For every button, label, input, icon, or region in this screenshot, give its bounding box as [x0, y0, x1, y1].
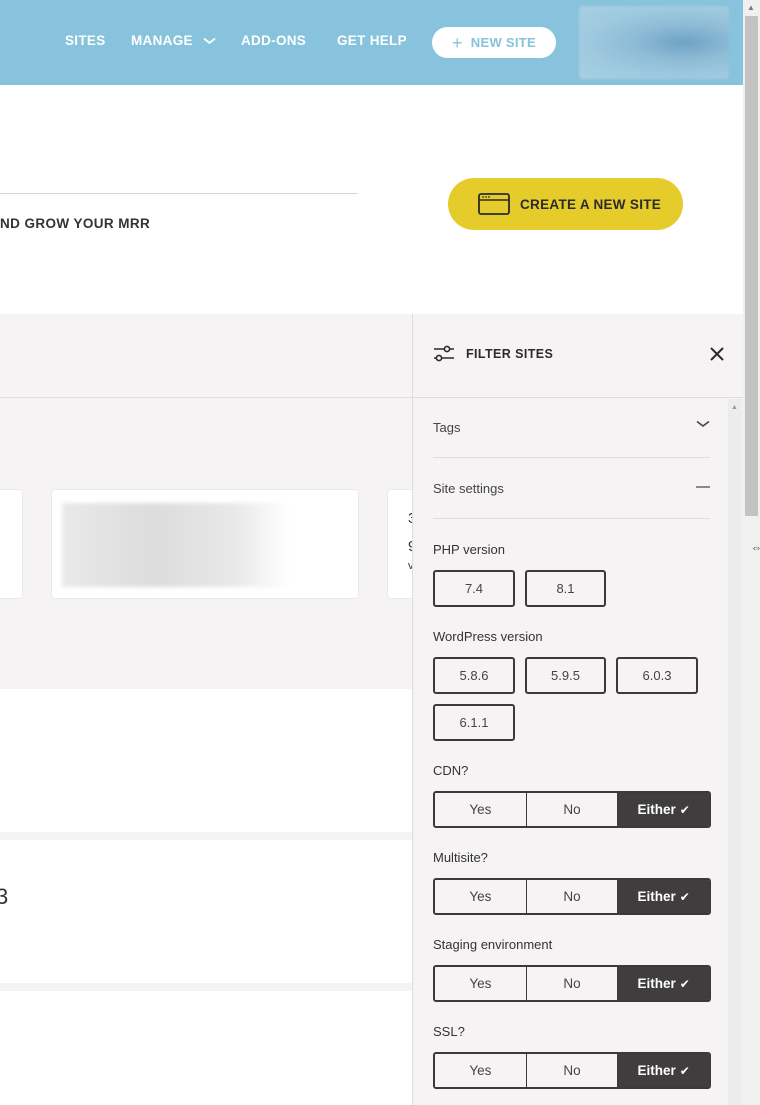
wp-option-6-1-1[interactable]: 6.1.1	[433, 704, 515, 741]
wp-option-5-9-5[interactable]: 5.9.5	[525, 657, 606, 694]
filter-panel-header: FILTER SITES	[413, 314, 744, 398]
content-section: 3	[0, 840, 413, 983]
resize-cursor-icon: ⇔	[751, 542, 760, 554]
ssl-label: SSL?	[433, 1024, 465, 1039]
wp-option-6-0-3[interactable]: 6.0.3	[616, 657, 698, 694]
site-thumbnail	[62, 503, 290, 587]
chevron-down-icon	[203, 38, 216, 45]
new-site-button[interactable]: + NEW SITE	[432, 27, 556, 58]
content-section	[0, 689, 413, 832]
window-scrollbar[interactable]: ▲ ⇔	[743, 0, 760, 1105]
nav-sites[interactable]: SITES	[65, 33, 106, 48]
stat-value: 3	[0, 884, 9, 909]
staging-segmented-control: Yes No Either ✔	[433, 965, 711, 1002]
multisite-either-option[interactable]: Either ✔	[617, 880, 709, 913]
staging-label: Staging environment	[433, 937, 553, 952]
ssl-either-label: Either	[637, 1063, 676, 1078]
php-version-label: PHP version	[433, 542, 506, 557]
create-new-site-label: CREATE A NEW SITE	[520, 196, 662, 212]
tags-label: Tags	[433, 420, 461, 435]
close-icon[interactable]	[710, 347, 724, 361]
checkmark-icon: ✔	[679, 976, 690, 991]
php-option-7-4[interactable]: 7.4	[433, 570, 515, 607]
minus-icon	[696, 486, 710, 488]
ssl-no-option[interactable]: No	[525, 1054, 618, 1087]
cdn-segmented-control: Yes No Either ✔	[433, 791, 711, 828]
hero-section: ND GROW YOUR MRR CREATE A NEW SITE	[0, 85, 743, 314]
multisite-either-label: Either	[637, 889, 676, 904]
checkmark-icon: ✔	[679, 1063, 690, 1078]
checkmark-icon: ✔	[679, 802, 690, 817]
ssl-yes-option[interactable]: Yes	[435, 1054, 526, 1087]
cdn-either-option[interactable]: Either ✔	[617, 793, 709, 826]
scrollbar-thumb[interactable]	[745, 16, 758, 516]
filter-sliders-icon	[434, 345, 454, 362]
section-gap	[0, 832, 413, 840]
tags-toggle[interactable]: Tags	[433, 398, 710, 458]
hero-divider	[0, 193, 358, 194]
content-section	[0, 991, 413, 1105]
new-site-label: NEW SITE	[470, 35, 537, 50]
cdn-no-option[interactable]: No	[525, 793, 618, 826]
site-card[interactable]	[51, 489, 359, 599]
section-gap	[0, 983, 413, 991]
site-settings-label: Site settings	[433, 481, 504, 496]
wp-option-5-8-6[interactable]: 5.8.6	[433, 657, 515, 694]
multisite-segmented-control: Yes No Either ✔	[433, 878, 711, 915]
plus-icon: +	[451, 32, 463, 53]
toolbar-divider	[0, 397, 413, 398]
ssl-either-option[interactable]: Either ✔	[617, 1054, 709, 1087]
filter-panel: FILTER SITES ▲ Tags Site settings PHP ve…	[412, 314, 744, 1105]
multisite-yes-option[interactable]: Yes	[435, 880, 526, 913]
checkmark-icon: ✔	[679, 889, 690, 904]
wordpress-version-label: WordPress version	[433, 629, 543, 644]
cdn-yes-option[interactable]: Yes	[435, 793, 526, 826]
staging-either-label: Either	[637, 976, 676, 991]
chevron-down-icon	[696, 420, 710, 427]
multisite-no-option[interactable]: No	[525, 880, 618, 913]
top-nav: SITES MANAGE ADD-ONS GET HELP + NEW SITE	[0, 0, 743, 85]
browser-window-icon	[478, 193, 510, 215]
cdn-label: CDN?	[433, 763, 469, 778]
hero-tagline: ND GROW YOUR MRR	[0, 216, 151, 231]
nav-manage[interactable]: MANAGE	[131, 33, 216, 48]
site-settings-toggle[interactable]: Site settings	[433, 459, 710, 519]
scroll-up-icon: ▲	[731, 404, 738, 411]
staging-either-option[interactable]: Either ✔	[617, 967, 709, 1000]
nav-add-ons[interactable]: ADD-ONS	[241, 33, 306, 48]
site-card[interactable]	[0, 489, 23, 599]
avatar[interactable]	[579, 6, 729, 79]
sites-area: 3 9 v	[0, 314, 427, 689]
create-new-site-button[interactable]: CREATE A NEW SITE	[448, 178, 683, 230]
staging-yes-option[interactable]: Yes	[435, 967, 526, 1000]
filter-panel-title: FILTER SITES	[466, 347, 554, 361]
php-option-8-1[interactable]: 8.1	[525, 570, 606, 607]
multisite-label: Multisite?	[433, 850, 488, 865]
ssl-segmented-control: Yes No Either ✔	[433, 1052, 711, 1089]
staging-no-option[interactable]: No	[525, 967, 618, 1000]
cdn-either-label: Either	[637, 802, 676, 817]
nav-get-help[interactable]: GET HELP	[337, 33, 407, 48]
scroll-up-icon: ▲	[747, 3, 755, 12]
nav-manage-label: MANAGE	[131, 33, 193, 48]
panel-scrollbar[interactable]: ▲	[728, 399, 742, 1105]
